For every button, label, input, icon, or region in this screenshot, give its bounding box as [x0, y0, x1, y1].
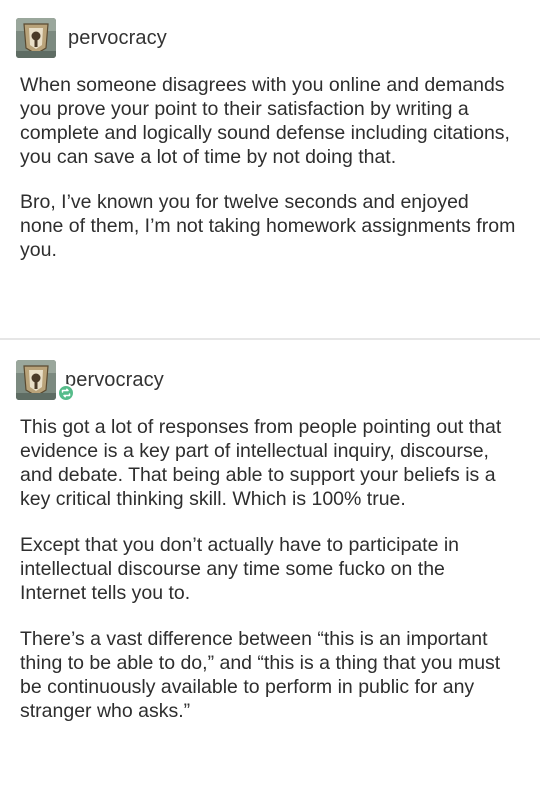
reblog-icon	[57, 384, 75, 402]
post-username[interactable]: pervocracy	[68, 27, 167, 50]
post-header: pervocracy	[16, 360, 164, 402]
post-paragraph: There’s a vast difference between “this …	[20, 628, 501, 722]
post-username[interactable]: pervocracy	[65, 369, 164, 392]
post-original: pervocracy When someone disagrees with y…	[0, 0, 540, 338]
post-body: This got a lot of responses from people …	[20, 415, 516, 745]
post-paragraph: When someone disagrees with you online a…	[20, 74, 510, 168]
post-paragraph: Bro, I’ve known you for twelve seconds a…	[20, 191, 516, 261]
post-header: pervocracy	[16, 18, 167, 58]
post-reblog: pervocracy This got a lot of responses f…	[0, 338, 540, 810]
user-avatar-icon[interactable]	[16, 360, 56, 400]
post-body: When someone disagrees with you online a…	[20, 73, 516, 283]
user-avatar-icon[interactable]	[16, 18, 56, 58]
post-paragraph: Except that you don’t actually have to p…	[20, 534, 460, 604]
post-paragraph: This got a lot of responses from people …	[20, 416, 502, 510]
